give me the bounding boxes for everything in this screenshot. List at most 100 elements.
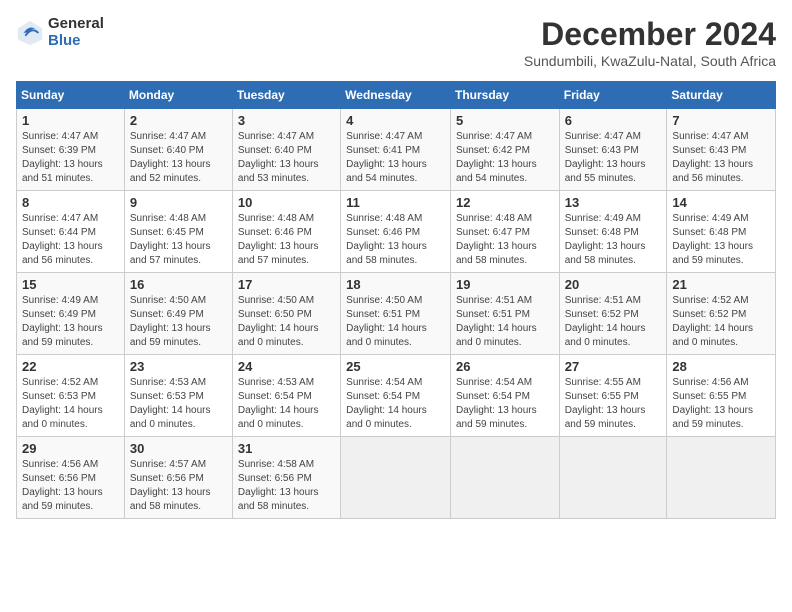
day-info: Sunrise: 4:53 AM Sunset: 6:54 PM Dayligh…: [238, 376, 335, 432]
day-header-saturday: Saturday: [667, 82, 776, 109]
logo-text: General Blue: [48, 16, 104, 49]
day-number: 9: [130, 195, 227, 210]
calendar-cell: 17Sunrise: 4:50 AM Sunset: 6:50 PM Dayli…: [232, 273, 340, 355]
calendar-cell: 8Sunrise: 4:47 AM Sunset: 6:44 PM Daylig…: [17, 191, 125, 273]
calendar-cell: 16 Sunrise: 4:50 AM Sunset: 6:49 PM Dayli…: [124, 273, 232, 355]
calendar-cell: 3 Sunrise: 4:47 AM Sunset: 6:40 PM Daylig…: [232, 109, 340, 191]
day-number: 24: [238, 359, 335, 374]
calendar-cell: 14 Sunrise: 4:49 AM Sunset: 6:48 PM Dayli…: [667, 191, 776, 273]
calendar-week-5: 29 Sunrise: 4:56 AM Sunset: 6:56 PM Dayli…: [17, 437, 776, 519]
day-info: Sunrise: 4:47 AM Sunset: 6:41 PM Dayligh…: [346, 130, 445, 186]
day-info: Sunrise: 4:56 AM Sunset: 6:56 PM Dayligh…: [22, 458, 119, 514]
day-number: 12: [456, 195, 554, 210]
day-number: 20: [565, 277, 662, 292]
calendar-cell: 9 Sunrise: 4:48 AM Sunset: 6:45 PM Daylig…: [124, 191, 232, 273]
day-info: Sunrise: 4:48 AM Sunset: 6:45 PM Dayligh…: [130, 212, 227, 268]
calendar-cell: 4 Sunrise: 4:47 AM Sunset: 6:41 PM Daylig…: [341, 109, 451, 191]
day-header-thursday: Thursday: [450, 82, 559, 109]
days-header-row: SundayMondayTuesdayWednesdayThursdayFrid…: [17, 82, 776, 109]
day-info: Sunrise: 4:53 AM Sunset: 6:53 PM Dayligh…: [130, 376, 227, 432]
calendar-cell: 26Sunrise: 4:54 AM Sunset: 6:54 PM Dayli…: [450, 355, 559, 437]
day-number: 30: [130, 441, 227, 456]
calendar-cell: 11Sunrise: 4:48 AM Sunset: 6:46 PM Dayli…: [341, 191, 451, 273]
calendar-cell: 31 Sunrise: 4:58 AM Sunset: 6:56 PM Dayli…: [232, 437, 340, 519]
day-number: 6: [565, 113, 662, 128]
day-info: Sunrise: 4:47 AM Sunset: 6:39 PM Dayligh…: [22, 130, 119, 186]
calendar-cell: 19 Sunrise: 4:51 AM Sunset: 6:51 PM Dayli…: [450, 273, 559, 355]
day-number: 16: [130, 277, 227, 292]
day-info: Sunrise: 4:47 AM Sunset: 6:44 PM Dayligh…: [22, 212, 119, 268]
calendar-cell: 25Sunrise: 4:54 AM Sunset: 6:54 PM Dayli…: [341, 355, 451, 437]
day-number: 11: [346, 195, 445, 210]
calendar-cell: 7Sunrise: 4:47 AM Sunset: 6:43 PM Daylig…: [667, 109, 776, 191]
subtitle: Sundumbili, KwaZulu-Natal, South Africa: [524, 53, 776, 69]
logo-icon: [16, 19, 44, 47]
calendar-cell: 6Sunrise: 4:47 AM Sunset: 6:43 PM Daylig…: [559, 109, 667, 191]
day-info: Sunrise: 4:47 AM Sunset: 6:43 PM Dayligh…: [672, 130, 770, 186]
calendar-cell: 15 Sunrise: 4:49 AM Sunset: 6:49 PM Dayli…: [17, 273, 125, 355]
logo-general: General: [48, 16, 104, 33]
logo-blue: Blue: [48, 33, 104, 50]
day-info: Sunrise: 4:48 AM Sunset: 6:47 PM Dayligh…: [456, 212, 554, 268]
day-info: Sunrise: 4:47 AM Sunset: 6:40 PM Dayligh…: [130, 130, 227, 186]
day-header-monday: Monday: [124, 82, 232, 109]
day-number: 10: [238, 195, 335, 210]
day-info: Sunrise: 4:49 AM Sunset: 6:48 PM Dayligh…: [565, 212, 662, 268]
calendar-cell: 24 Sunrise: 4:53 AM Sunset: 6:54 PM Dayli…: [232, 355, 340, 437]
day-number: 29: [22, 441, 119, 456]
day-number: 4: [346, 113, 445, 128]
calendar-cell: 23 Sunrise: 4:53 AM Sunset: 6:53 PM Dayli…: [124, 355, 232, 437]
day-info: Sunrise: 4:50 AM Sunset: 6:51 PM Dayligh…: [346, 294, 445, 350]
calendar-week-1: 1 Sunrise: 4:47 AM Sunset: 6:39 PM Daylig…: [17, 109, 776, 191]
day-number: 21: [672, 277, 770, 292]
calendar-cell: 5Sunrise: 4:47 AM Sunset: 6:42 PM Daylig…: [450, 109, 559, 191]
day-info: Sunrise: 4:49 AM Sunset: 6:48 PM Dayligh…: [672, 212, 770, 268]
calendar-cell: 10 Sunrise: 4:48 AM Sunset: 6:46 PM Dayli…: [232, 191, 340, 273]
logo: General Blue: [16, 16, 104, 49]
day-number: 3: [238, 113, 335, 128]
day-number: 28: [672, 359, 770, 374]
day-info: Sunrise: 4:47 AM Sunset: 6:40 PM Dayligh…: [238, 130, 335, 186]
calendar-cell: 13 Sunrise: 4:49 AM Sunset: 6:48 PM Dayli…: [559, 191, 667, 273]
day-info: Sunrise: 4:52 AM Sunset: 6:52 PM Dayligh…: [672, 294, 770, 350]
day-number: 1: [22, 113, 119, 128]
calendar-body: 1 Sunrise: 4:47 AM Sunset: 6:39 PM Daylig…: [17, 109, 776, 519]
day-number: 23: [130, 359, 227, 374]
day-info: Sunrise: 4:57 AM Sunset: 6:56 PM Dayligh…: [130, 458, 227, 514]
day-header-friday: Friday: [559, 82, 667, 109]
day-info: Sunrise: 4:55 AM Sunset: 6:55 PM Dayligh…: [565, 376, 662, 432]
day-info: Sunrise: 4:54 AM Sunset: 6:54 PM Dayligh…: [346, 376, 445, 432]
calendar-cell: 28 Sunrise: 4:56 AM Sunset: 6:55 PM Dayli…: [667, 355, 776, 437]
day-number: 17: [238, 277, 335, 292]
day-info: Sunrise: 4:50 AM Sunset: 6:49 PM Dayligh…: [130, 294, 227, 350]
day-number: 13: [565, 195, 662, 210]
day-info: Sunrise: 4:54 AM Sunset: 6:54 PM Dayligh…: [456, 376, 554, 432]
calendar-cell: [341, 437, 451, 519]
calendar-cell: [667, 437, 776, 519]
calendar-header: SundayMondayTuesdayWednesdayThursdayFrid…: [17, 82, 776, 109]
day-info: Sunrise: 4:51 AM Sunset: 6:51 PM Dayligh…: [456, 294, 554, 350]
calendar-cell: 22Sunrise: 4:52 AM Sunset: 6:53 PM Dayli…: [17, 355, 125, 437]
title-section: December 2024 Sundumbili, KwaZulu-Natal,…: [524, 16, 776, 69]
day-header-tuesday: Tuesday: [232, 82, 340, 109]
day-number: 15: [22, 277, 119, 292]
day-number: 14: [672, 195, 770, 210]
calendar-week-2: 8Sunrise: 4:47 AM Sunset: 6:44 PM Daylig…: [17, 191, 776, 273]
day-number: 18: [346, 277, 445, 292]
day-info: Sunrise: 4:56 AM Sunset: 6:55 PM Dayligh…: [672, 376, 770, 432]
calendar-table: SundayMondayTuesdayWednesdayThursdayFrid…: [16, 81, 776, 519]
day-info: Sunrise: 4:58 AM Sunset: 6:56 PM Dayligh…: [238, 458, 335, 514]
calendar-cell: 12 Sunrise: 4:48 AM Sunset: 6:47 PM Dayli…: [450, 191, 559, 273]
day-number: 5: [456, 113, 554, 128]
calendar-cell: [559, 437, 667, 519]
calendar-cell: 20 Sunrise: 4:51 AM Sunset: 6:52 PM Dayli…: [559, 273, 667, 355]
day-info: Sunrise: 4:51 AM Sunset: 6:52 PM Dayligh…: [565, 294, 662, 350]
day-number: 27: [565, 359, 662, 374]
day-number: 31: [238, 441, 335, 456]
day-number: 19: [456, 277, 554, 292]
main-title: December 2024: [524, 16, 776, 53]
calendar-week-4: 22Sunrise: 4:52 AM Sunset: 6:53 PM Dayli…: [17, 355, 776, 437]
day-info: Sunrise: 4:49 AM Sunset: 6:49 PM Dayligh…: [22, 294, 119, 350]
day-info: Sunrise: 4:48 AM Sunset: 6:46 PM Dayligh…: [238, 212, 335, 268]
calendar-cell: 30 Sunrise: 4:57 AM Sunset: 6:56 PM Dayli…: [124, 437, 232, 519]
